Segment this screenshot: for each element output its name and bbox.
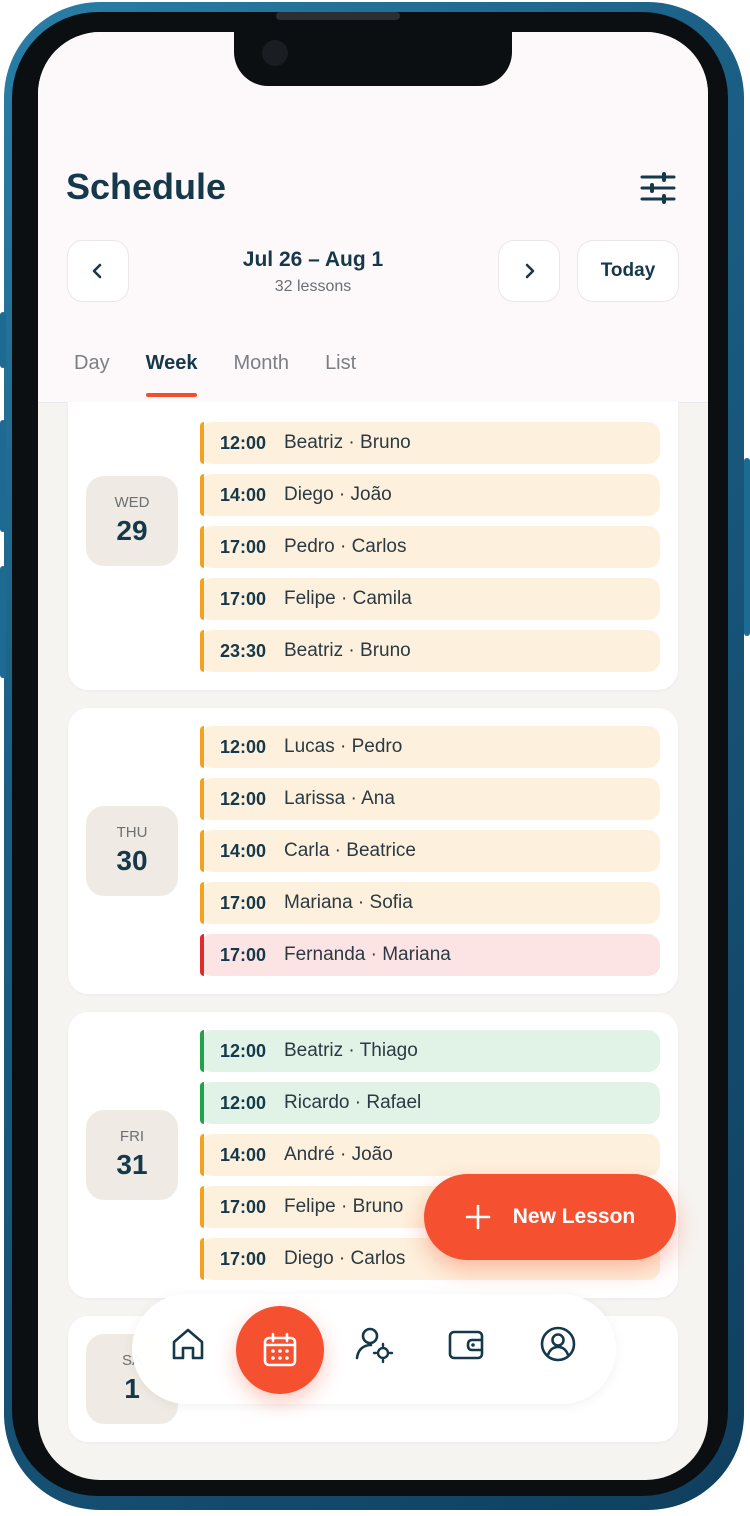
day-of-week: THU <box>116 824 148 841</box>
volume-down-button <box>0 566 6 678</box>
new-lesson-button[interactable]: New Lesson <box>424 1174 676 1260</box>
lesson-item[interactable]: 23:30 Beatriz · Bruno <box>200 630 660 672</box>
app-screen: Schedule Jul 26 – Aug 1 32 lessons Today… <box>38 32 708 1480</box>
lesson-participants: Diego · Carlos <box>284 1248 406 1269</box>
lesson-participants: Felipe · Camila <box>284 588 412 609</box>
lesson-item[interactable]: 12:00 Larissa · Ana <box>200 778 660 820</box>
lesson-participants: Pedro · Carlos <box>284 536 407 557</box>
lesson-time: 12:00 <box>220 736 267 757</box>
lesson-item[interactable]: 12:00 Ricardo · Rafael <box>200 1082 660 1124</box>
day-badge: THU 30 <box>86 806 178 896</box>
prev-week-button[interactable] <box>67 240 129 302</box>
lesson-item[interactable]: 17:00 Felipe · Camila <box>200 578 660 620</box>
mute-switch <box>0 312 6 368</box>
lesson-item[interactable]: 14:00 Carla · Beatrice <box>200 830 660 872</box>
lesson-item[interactable]: 17:00 Pedro · Carlos <box>200 526 660 568</box>
schedule-header: Schedule Jul 26 – Aug 1 32 lessons Today… <box>38 32 708 403</box>
day-badge: FRI 31 <box>86 1110 178 1200</box>
page-title: Schedule <box>66 166 227 207</box>
lesson-time: 12:00 <box>220 432 267 453</box>
day-card-wed: WED 29 12:00 Beatriz · Bruno 14:00 Diego ·… <box>68 402 678 690</box>
lesson-participants: André · João <box>284 1144 393 1165</box>
lesson-participants: Beatriz · Bruno <box>284 432 411 453</box>
lesson-time: 23:30 <box>220 640 267 661</box>
chevron-right-icon <box>525 263 535 279</box>
lesson-time: 14:00 <box>220 840 267 861</box>
date-range-label: Jul 26 – Aug 1 <box>242 248 384 271</box>
lesson-participants: Diego · João <box>284 484 392 505</box>
lesson-item[interactable]: 14:00 André · João <box>200 1134 660 1176</box>
speaker-grille <box>276 12 400 20</box>
new-lesson-label: New Lesson <box>512 1205 636 1228</box>
day-number: 30 <box>116 845 148 876</box>
lesson-item[interactable]: 17:00 Fernanda · Mariana <box>200 934 660 976</box>
notch <box>234 32 512 86</box>
today-button[interactable]: Today <box>577 240 679 302</box>
lesson-participants: Beatriz · Thiago <box>284 1040 418 1061</box>
next-week-button[interactable] <box>498 240 560 302</box>
lesson-time: 17:00 <box>220 892 267 913</box>
tab-week[interactable]: Week <box>145 352 197 397</box>
nav-calendar-button[interactable] <box>236 1306 324 1394</box>
lesson-participants: Beatriz · Bruno <box>284 640 411 661</box>
date-range: Jul 26 – Aug 1 32 lessons <box>188 248 438 296</box>
calendar-icon <box>263 1332 297 1367</box>
lesson-item[interactable]: 17:00 Mariana · Sofia <box>200 882 660 924</box>
day-of-week: WED <box>114 494 150 511</box>
day-badge: WED 29 <box>86 476 178 566</box>
user-settings-icon[interactable] <box>354 1324 394 1364</box>
lesson-participants: Carla · Beatrice <box>284 840 416 861</box>
lesson-item[interactable]: 12:00 Beatriz · Bruno <box>200 422 660 464</box>
lesson-time: 12:00 <box>220 788 267 809</box>
lesson-participants: Ricardo · Rafael <box>284 1092 422 1113</box>
day-number: 29 <box>116 515 148 546</box>
lesson-time: 17:00 <box>220 588 267 609</box>
lesson-time: 12:00 <box>220 1092 267 1113</box>
day-number: 31 <box>116 1149 148 1180</box>
lesson-participants: Fernanda · Mariana <box>284 944 451 965</box>
lesson-time: 14:00 <box>220 484 267 505</box>
tab-month[interactable]: Month <box>233 352 289 375</box>
lessons-count: 32 lessons <box>274 278 352 295</box>
camera <box>262 40 288 66</box>
bottom-navigation <box>132 1294 616 1404</box>
lesson-time: 17:00 <box>220 1196 267 1217</box>
day-card-thu: THU 30 12:00 Lucas · Pedro 12:00 Larissa ·… <box>68 708 678 994</box>
tab-list[interactable]: List <box>325 352 356 375</box>
lesson-item[interactable]: 12:00 Beatriz · Thiago <box>200 1030 660 1072</box>
day-of-week: FRI <box>119 1128 145 1145</box>
volume-up-button <box>0 420 6 532</box>
sliders-icon[interactable] <box>640 172 676 204</box>
lesson-item[interactable]: 12:00 Lucas · Pedro <box>200 726 660 768</box>
lesson-participants: Felipe · Bruno <box>284 1196 404 1217</box>
lesson-participants: Lucas · Pedro <box>284 736 403 757</box>
lesson-time: 17:00 <box>220 536 267 557</box>
lesson-time: 17:00 <box>220 1248 267 1269</box>
plus-icon <box>465 1204 491 1230</box>
lesson-time: 12:00 <box>220 1040 267 1061</box>
view-tabs: Day Week Month List <box>74 352 392 397</box>
chevron-left-icon <box>92 263 102 279</box>
power-button <box>744 458 750 636</box>
wallet-icon[interactable] <box>446 1324 486 1364</box>
lesson-time: 14:00 <box>220 1144 267 1165</box>
lesson-participants: Mariana · Sofia <box>284 892 413 913</box>
home-icon[interactable] <box>168 1324 208 1364</box>
lesson-item[interactable]: 14:00 Diego · João <box>200 474 660 516</box>
lesson-time: 17:00 <box>220 944 267 965</box>
profile-icon[interactable] <box>538 1324 578 1364</box>
lesson-participants: Larissa · Ana <box>284 788 395 809</box>
tab-day[interactable]: Day <box>74 352 110 375</box>
